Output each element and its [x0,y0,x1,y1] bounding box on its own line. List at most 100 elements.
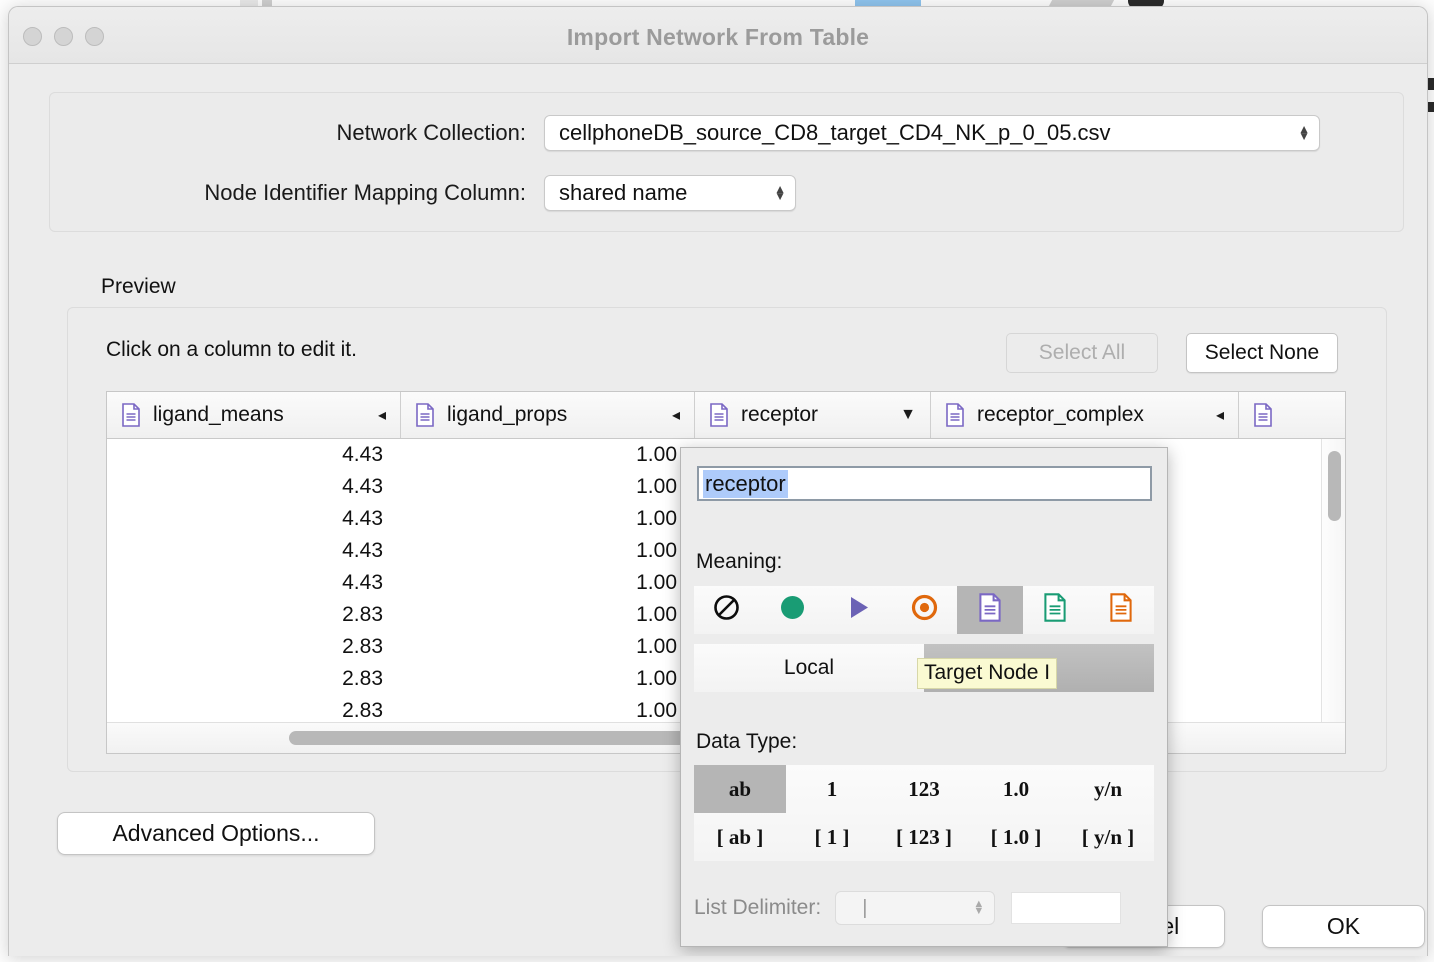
data-type-boolean-list[interactable]: [ y/n ] [1062,813,1154,861]
list-delimiter-select[interactable]: | ▲▼ [835,891,995,925]
scope-tooltip: Target Node I [917,658,1057,689]
cell-ligand-props: 1.00 [401,603,695,627]
interaction-type-icon [845,594,872,626]
edge-attribute-icon [978,593,1002,627]
cell-ligand-props: 1.00 [401,475,695,499]
column-name-input[interactable]: receptor [697,466,1152,501]
cell-ligand-means: 2.83 [107,699,401,723]
data-type-long[interactable]: 123 [878,765,970,813]
node-identifier-select[interactable]: shared name ▲▼ [544,175,796,211]
cell-ligand-props: 1.00 [401,699,695,723]
node-identifier-label: Node Identifier Mapping Column: [50,180,544,206]
column-header-ligand-props[interactable]: ligand_props ◂ [401,392,695,438]
meaning-option-source-node-attribute[interactable] [1023,586,1089,634]
table-header-row: ligand_means ◂ ligand_props ◂ receptor ▼ [107,392,1345,439]
collapse-arrow-icon[interactable]: ◂ [1216,405,1224,425]
ok-button[interactable]: OK [1262,905,1425,948]
list-delimiter-row: List Delimiter: | ▲▼ [694,888,1159,928]
data-type-string[interactable]: ab [694,765,786,813]
list-delimiter-custom-input[interactable] [1011,892,1121,924]
select-all-button[interactable]: Select All [1006,333,1158,373]
data-type-row-list: [ ab ] [ 1 ] [ 123 ] [ 1.0 ] [ y/n ] [694,813,1154,861]
document-icon [1253,403,1273,427]
cell-ligand-props: 1.00 [401,443,695,467]
target-node-icon [911,594,938,626]
target-attribute-icon [1109,593,1133,627]
title-bar: Import Network From Table [9,7,1427,64]
cell-ligand-props: 1.00 [401,539,695,563]
network-collection-select[interactable]: cellphoneDB_source_CD8_target_CD4_NK_p_0… [544,115,1320,151]
document-icon [945,403,965,427]
data-type-long-list[interactable]: [ 123 ] [878,813,970,861]
meaning-option-edge-attribute[interactable] [957,586,1023,634]
preview-section-label: Preview [101,275,176,299]
column-header-partial[interactable] [1239,392,1346,438]
expand-arrow-icon[interactable]: ▼ [900,406,916,424]
node-identifier-value: shared name [559,180,687,206]
cell-ligand-props: 1.00 [401,635,695,659]
cell-ligand-means: 4.43 [107,443,401,467]
cell-ligand-means: 4.43 [107,475,401,499]
column-header-ligand-means[interactable]: ligand_means ◂ [107,392,401,438]
column-name-value: receptor [703,470,788,498]
document-icon [415,403,435,427]
import-network-dialog: Import Network From Table Network Collec… [8,6,1428,956]
source-attribute-icon [1043,593,1067,627]
network-collection-label: Network Collection: [50,120,544,146]
meaning-option-interaction-type[interactable] [825,586,891,634]
meaning-option-not-imported[interactable] [694,586,760,634]
meaning-label: Meaning: [696,550,782,574]
data-type-grid: ab 1 123 1.0 y/n [ ab ] [ 1 ] [ 123 ] [ … [694,765,1154,861]
meaning-option-source-node[interactable] [760,586,826,634]
data-type-boolean[interactable]: y/n [1062,765,1154,813]
node-identifier-row: Node Identifier Mapping Column: shared n… [50,175,1340,211]
meaning-option-target-node-attribute[interactable] [1088,586,1154,634]
advanced-options-button[interactable]: Advanced Options... [57,812,375,855]
cell-ligand-means: 4.43 [107,539,401,563]
select-none-button[interactable]: Select None [1186,333,1338,373]
window-title: Import Network From Table [9,24,1427,51]
data-type-float-list[interactable]: [ 1.0 ] [970,813,1062,861]
data-type-string-list[interactable]: [ ab ] [694,813,786,861]
backdrop-decoration [1428,102,1434,112]
meaning-option-target-node[interactable] [891,586,957,634]
column-header-label: receptor [741,403,818,427]
meaning-toolbar [694,586,1154,634]
cell-ligand-means: 2.83 [107,603,401,627]
cell-ligand-means: 4.43 [107,571,401,595]
data-type-row-scalar: ab 1 123 1.0 y/n [694,765,1154,813]
column-header-receptor[interactable]: receptor ▼ [695,392,931,438]
cell-ligand-means: 4.43 [107,507,401,531]
chevron-updown-icon: ▲▼ [1298,126,1310,140]
list-delimiter-value: | [862,897,867,920]
scope-option-local[interactable]: Local [694,644,924,692]
settings-group: Network Collection: cellphoneDB_source_C… [49,92,1404,232]
data-type-integer[interactable]: 1 [786,765,878,813]
source-node-icon [779,594,806,626]
cell-ligand-props: 1.00 [401,667,695,691]
network-collection-value: cellphoneDB_source_CD8_target_CD4_NK_p_0… [559,120,1111,146]
network-collection-row: Network Collection: cellphoneDB_source_C… [50,115,1340,151]
document-icon [121,403,141,427]
column-editor-popup: receptor Meaning: [680,447,1168,947]
column-header-label: ligand_means [153,403,284,427]
data-type-integer-list[interactable]: [ 1 ] [786,813,878,861]
data-type-label: Data Type: [696,730,797,754]
column-header-receptor-complex[interactable]: receptor_complex ◂ [931,392,1239,438]
cell-ligand-means: 2.83 [107,635,401,659]
cell-ligand-means: 2.83 [107,667,401,691]
collapse-arrow-icon[interactable]: ◂ [378,405,386,425]
scrollbar-thumb[interactable] [1328,451,1341,521]
preview-hint: Click on a column to edit it. [106,338,357,362]
list-delimiter-label: List Delimiter: [694,896,821,920]
chevron-updown-icon: ▲▼ [973,901,984,915]
chevron-updown-icon: ▲▼ [774,186,786,200]
cell-ligand-props: 1.00 [401,571,695,595]
scrollbar-thumb[interactable] [289,731,695,745]
collapse-arrow-icon[interactable]: ◂ [672,405,680,425]
data-type-float[interactable]: 1.0 [970,765,1062,813]
document-icon [709,403,729,427]
table-vertical-scrollbar[interactable] [1321,439,1345,725]
not-imported-icon [713,594,740,626]
cell-ligand-props: 1.00 [401,507,695,531]
